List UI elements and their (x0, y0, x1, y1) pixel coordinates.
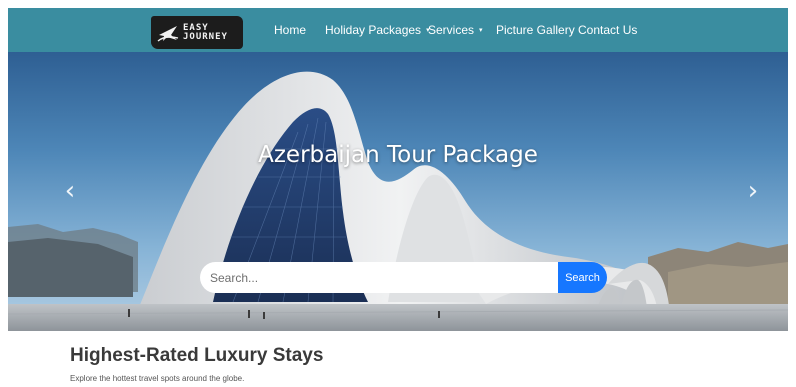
nav-item-home[interactable]: Home (274, 8, 306, 52)
carousel-next-arrow[interactable]: › (741, 176, 765, 206)
chevron-right-icon: › (747, 176, 759, 206)
search-bar: Search (200, 262, 615, 293)
nav-item-label: Home (274, 23, 307, 37)
chevron-left-icon: ‹ (64, 176, 76, 206)
section-subtitle: Explore the hottest travel spots around … (70, 374, 245, 383)
nav-item-contact-us[interactable]: Contact Us (578, 8, 637, 52)
section-title: Highest-Rated Luxury Stays (70, 345, 324, 366)
hero-title: Azerbaijan Tour Package (258, 142, 538, 168)
nav-item-picture-gallery[interactable]: Picture Gallery (496, 8, 575, 52)
hero-carousel: Azerbaijan Tour Package ‹ › Search (8, 52, 788, 331)
nav-menu: Home Holiday Packages ▾ Services ▾ Picture… (8, 8, 788, 52)
search-button[interactable]: Search (558, 262, 607, 293)
chevron-down-icon: ▾ (479, 26, 483, 34)
search-input[interactable] (200, 262, 560, 293)
nav-item-label: Picture Gallery (496, 23, 575, 37)
carousel-prev-arrow[interactable]: ‹ (58, 176, 82, 206)
nav-item-holiday-packages[interactable]: Holiday Packages ▾ (325, 8, 430, 52)
nav-item-label: Contact Us (578, 23, 638, 37)
top-navbar: EASY JOURNEY Home Holiday Packages ▾ Serv… (8, 8, 788, 52)
nav-item-label: Services (428, 23, 475, 37)
nav-item-services[interactable]: Services ▾ (428, 8, 483, 52)
nav-item-label: Holiday Packages (325, 23, 422, 37)
